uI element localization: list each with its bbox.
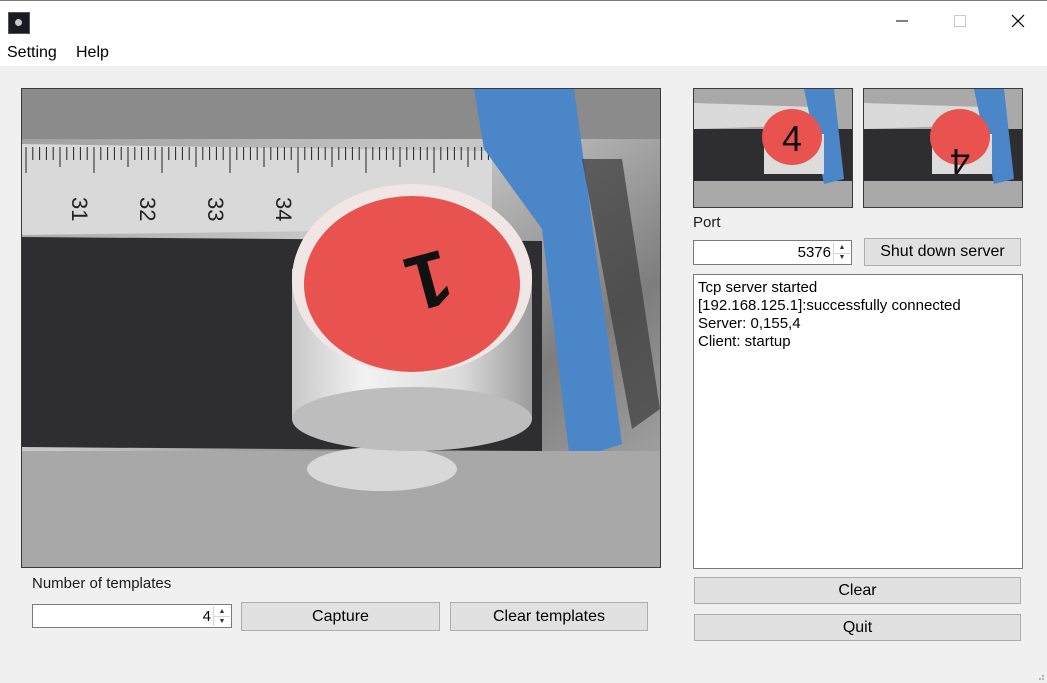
- shut-down-server-button[interactable]: Shut down server: [864, 238, 1021, 266]
- template-thumb-2-mark: 4: [950, 141, 970, 182]
- log-line: Client: startup: [698, 333, 791, 350]
- menu-setting[interactable]: Setting: [7, 44, 57, 62]
- server-log[interactable]: Tcp server started [192.168.125.1]:succe…: [693, 274, 1023, 569]
- port-stepper[interactable]: ▲ ▼: [833, 242, 850, 263]
- template-count-label: Number of templates: [32, 575, 172, 592]
- clear-templates-button[interactable]: Clear templates: [450, 602, 648, 631]
- capture-button[interactable]: Capture: [241, 602, 440, 631]
- menu-help[interactable]: Help: [76, 44, 109, 62]
- template-thumb-1: 4: [693, 88, 853, 208]
- close-icon[interactable]: [989, 1, 1047, 41]
- title-bar: [0, 0, 1047, 41]
- ruler-label-33: 33: [203, 197, 228, 221]
- resize-grip-icon[interactable]: [1037, 673, 1045, 681]
- menu-bar: Setting Help: [0, 40, 1047, 66]
- ruler-label-34: 34: [271, 197, 296, 221]
- template-count-down-arrow-icon[interactable]: ▼: [214, 616, 230, 626]
- port-spinbox[interactable]: 5376 ▲ ▼: [693, 240, 852, 265]
- log-line: Server: 0,155,4: [698, 315, 801, 332]
- template-thumb-1-image: 4: [694, 89, 852, 207]
- template-thumb-2-image: 4: [864, 89, 1022, 207]
- minimize-icon[interactable]: [873, 1, 931, 41]
- template-count-stepper[interactable]: ▲ ▼: [213, 606, 230, 626]
- camera-view: 31 32 33 34 1: [21, 88, 661, 568]
- quit-button[interactable]: Quit: [694, 614, 1021, 641]
- app-icon: [8, 12, 30, 34]
- maximize-icon[interactable]: [931, 1, 989, 41]
- ruler-label-32: 32: [135, 197, 160, 221]
- clear-log-button[interactable]: Clear: [694, 577, 1021, 604]
- ruler-label-31: 31: [67, 197, 92, 221]
- port-label: Port: [693, 214, 721, 231]
- template-thumb-1-mark: 4: [782, 118, 802, 159]
- template-count-value: 4: [202, 607, 211, 625]
- log-line: [192.168.125.1]:successfully connected: [698, 297, 961, 314]
- template-thumb-2: 4: [863, 88, 1023, 208]
- port-value: 5376: [797, 244, 831, 261]
- template-count-spinbox[interactable]: 4 ▲ ▼: [32, 604, 232, 628]
- log-line: Tcp server started: [698, 279, 818, 296]
- camera-image: 31 32 33 34 1: [22, 89, 660, 567]
- port-down-arrow-icon[interactable]: ▼: [834, 253, 850, 264]
